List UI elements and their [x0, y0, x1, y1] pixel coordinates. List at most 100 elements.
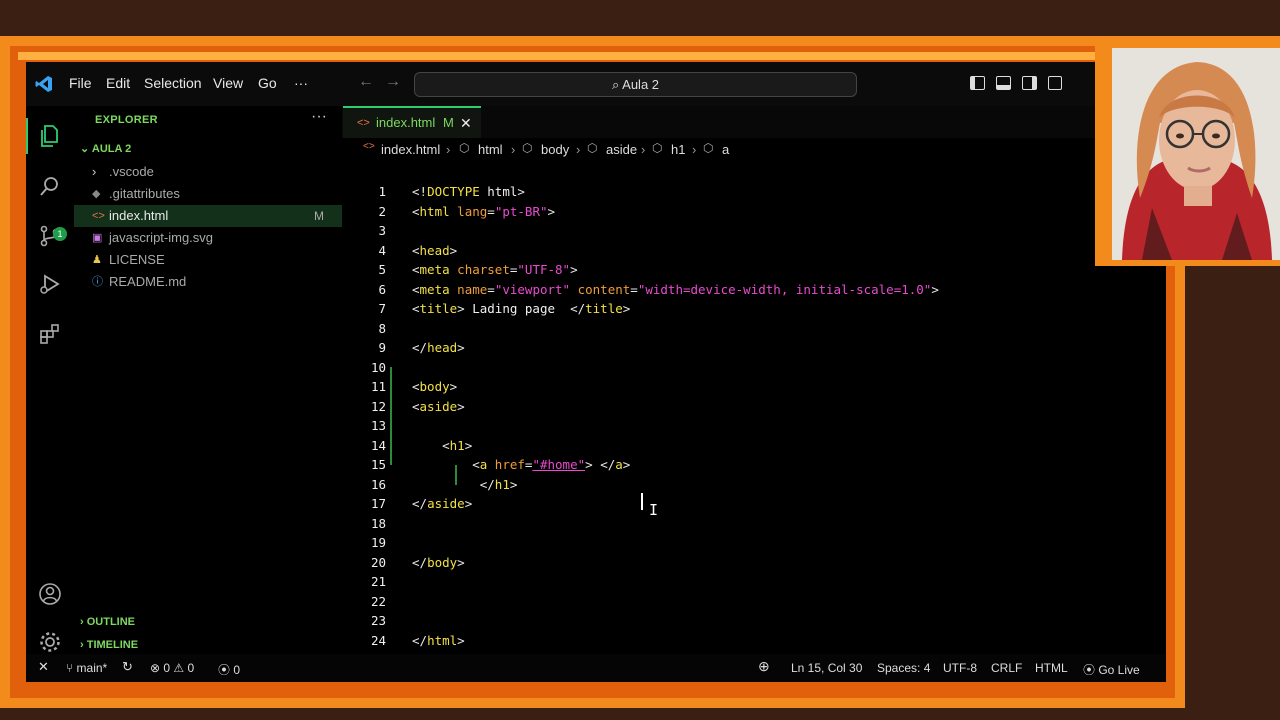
breadcrumb-h1[interactable]: h1 — [671, 142, 685, 157]
breadcrumb-body[interactable]: body — [541, 142, 569, 157]
language-mode[interactable]: HTML — [1035, 661, 1068, 675]
timeline-label: TIMELINE — [86, 639, 139, 651]
tree-item-vscode[interactable]: › .vscode — [74, 161, 342, 183]
code-line[interactable]: 23 — [342, 611, 1166, 631]
code-token: > — [457, 632, 465, 648]
tree-item-index-html[interactable]: <> index.html M — [74, 205, 342, 227]
code-line[interactable]: 12 <aside> — [342, 397, 1166, 417]
search-icon[interactable] — [38, 174, 62, 198]
outline-section[interactable]: › OUTLINE — [80, 616, 135, 628]
line-number: 15 — [370, 457, 386, 472]
code-token: > — [570, 262, 578, 277]
line-number: 16 — [370, 476, 386, 492]
code-line[interactable]: 24 </html> — [342, 631, 1166, 651]
timeline-section[interactable]: › TIMELINE — [80, 639, 138, 651]
account-icon[interactable] — [38, 582, 62, 606]
code-line[interactable]: 18 — [342, 514, 1166, 534]
line-code: </aside> — [412, 494, 472, 514]
zoom-icon[interactable]: ⊕ — [758, 658, 770, 675]
tree-item-gitattributes[interactable]: ◆ .gitattributes — [74, 183, 342, 205]
code-token: "pt-BR" — [494, 203, 548, 219]
code-token: </ — [570, 301, 586, 316]
code-line[interactable]: 22 — [342, 592, 1166, 612]
tree-item-javascript-img[interactable]: ▣ javascript-img.svg — [74, 227, 342, 249]
encoding-setting[interactable]: UTF-8 — [943, 661, 977, 675]
code-line[interactable]: 7 <title> Lading page </title> — [342, 299, 1166, 319]
code-line[interactable]: 3 — [342, 221, 1166, 241]
toggle-panel-icon[interactable] — [996, 76, 1011, 90]
explorer-icon[interactable] — [38, 124, 62, 148]
menu-view[interactable]: View — [213, 75, 243, 91]
code-token: < — [412, 301, 420, 316]
ports-indicator[interactable]: ⦿ 0 — [218, 661, 240, 678]
code-line[interactable]: 1 <!DOCTYPE html> — [342, 182, 1166, 202]
workspace-folder[interactable]: ⌄ AULA 2 — [80, 142, 131, 155]
toggle-secondary-sidebar-icon[interactable] — [1022, 76, 1037, 90]
tree-item-label: README.md — [109, 274, 187, 289]
code-line[interactable]: 6 <meta name="viewport" content="width=de… — [342, 280, 1166, 300]
breadcrumb-file[interactable]: index.html — [381, 142, 440, 157]
code-line[interactable]: 20 </body> — [342, 553, 1166, 573]
customize-layout-icon[interactable] — [1048, 76, 1062, 90]
indentation-setting[interactable]: Spaces: 4 — [877, 661, 930, 675]
run-debug-icon[interactable] — [38, 272, 62, 296]
line-number: 12 — [370, 398, 386, 414]
forward-arrow-icon[interactable]: → — [385, 73, 401, 91]
code-line[interactable]: 2 <html lang="pt-BR"> — [342, 202, 1166, 222]
line-number: 6 — [378, 281, 386, 297]
breadcrumb-aside[interactable]: aside — [606, 142, 637, 157]
stream-frame-highlight — [18, 52, 1168, 60]
eol-setting[interactable]: CRLF — [991, 661, 1022, 675]
code-token: head — [419, 242, 450, 258]
code-token: </ — [412, 340, 428, 355]
extensions-icon[interactable] — [38, 322, 62, 346]
code-line[interactable]: 11 <body> — [342, 377, 1166, 397]
sync-icon[interactable]: ↻ — [122, 659, 133, 675]
go-live-button[interactable]: ⦿ Go Live — [1083, 661, 1140, 678]
code-token: html — [479, 184, 518, 199]
search-icon: ⌕ — [611, 77, 623, 92]
command-center-search[interactable]: ⌕ Aula 2 — [414, 72, 857, 97]
settings-gear-icon[interactable] — [38, 630, 62, 654]
code-token: < — [412, 242, 420, 258]
menu-go[interactable]: Go — [258, 75, 277, 91]
code-line[interactable]: 17 </aside> — [342, 494, 1166, 514]
breadcrumb-html[interactable]: html — [478, 142, 503, 157]
menu-selection[interactable]: Selection — [144, 75, 202, 91]
tree-item-readme[interactable]: ⓘ README.md — [74, 271, 342, 293]
code-token: aside — [419, 398, 458, 414]
toggle-primary-sidebar-icon[interactable] — [970, 76, 985, 90]
explorer-sidebar: EXPLORER ··· ⌄ AULA 2 › .vscode ◆ .gitat… — [74, 106, 342, 654]
code-line[interactable]: 8 — [342, 319, 1166, 339]
code-line[interactable]: 10 — [342, 358, 1166, 378]
line-number: 23 — [370, 613, 386, 628]
back-arrow-icon[interactable]: ← — [358, 73, 374, 91]
line-code: <title> Lading page </title> — [412, 299, 630, 319]
tree-item-license[interactable]: ♟ LICENSE — [74, 249, 342, 271]
remote-icon[interactable]: ✕ — [38, 659, 49, 675]
code-line[interactable]: 9 </head> — [342, 338, 1166, 358]
code-line[interactable]: 13 — [342, 416, 1166, 436]
code-line[interactable]: 19 — [342, 533, 1166, 553]
code-line[interactable]: 16 </h1> — [342, 475, 1166, 495]
explorer-more-button[interactable]: ··· — [311, 108, 327, 126]
modified-badge: M — [314, 209, 324, 223]
tab-close-icon[interactable]: ✕ — [460, 108, 472, 138]
code-line[interactable]: 21 — [342, 572, 1166, 592]
element-icon: ⬡ — [587, 141, 598, 155]
code-line[interactable]: 15 <a href="#home"> </a> — [342, 455, 1166, 475]
branch-indicator[interactable]: ⑂ main* — [66, 661, 107, 675]
code-editor[interactable]: I 1 <!DOCTYPE html> 2 <html lang="pt-BR"> 3 4… — [342, 162, 1166, 654]
breadcrumb-a[interactable]: a — [722, 142, 729, 157]
menu-more[interactable]: ··· — [294, 75, 308, 91]
tab-index-html[interactable]: <> index.html M ✕ — [343, 106, 481, 138]
problems-indicator[interactable]: ⊗ 0 ⚠ 0 — [150, 661, 194, 675]
code-line[interactable]: 14 <h1> — [342, 436, 1166, 456]
code-line[interactable]: 4 <head> — [342, 241, 1166, 261]
code-token: </ — [412, 496, 428, 511]
cursor-position[interactable]: Ln 15, Col 30 — [791, 661, 862, 675]
menu-file[interactable]: File — [69, 75, 92, 91]
code-line[interactable]: 5 <meta charset="UTF-8"> — [342, 260, 1166, 280]
menu-edit[interactable]: Edit — [106, 75, 130, 91]
